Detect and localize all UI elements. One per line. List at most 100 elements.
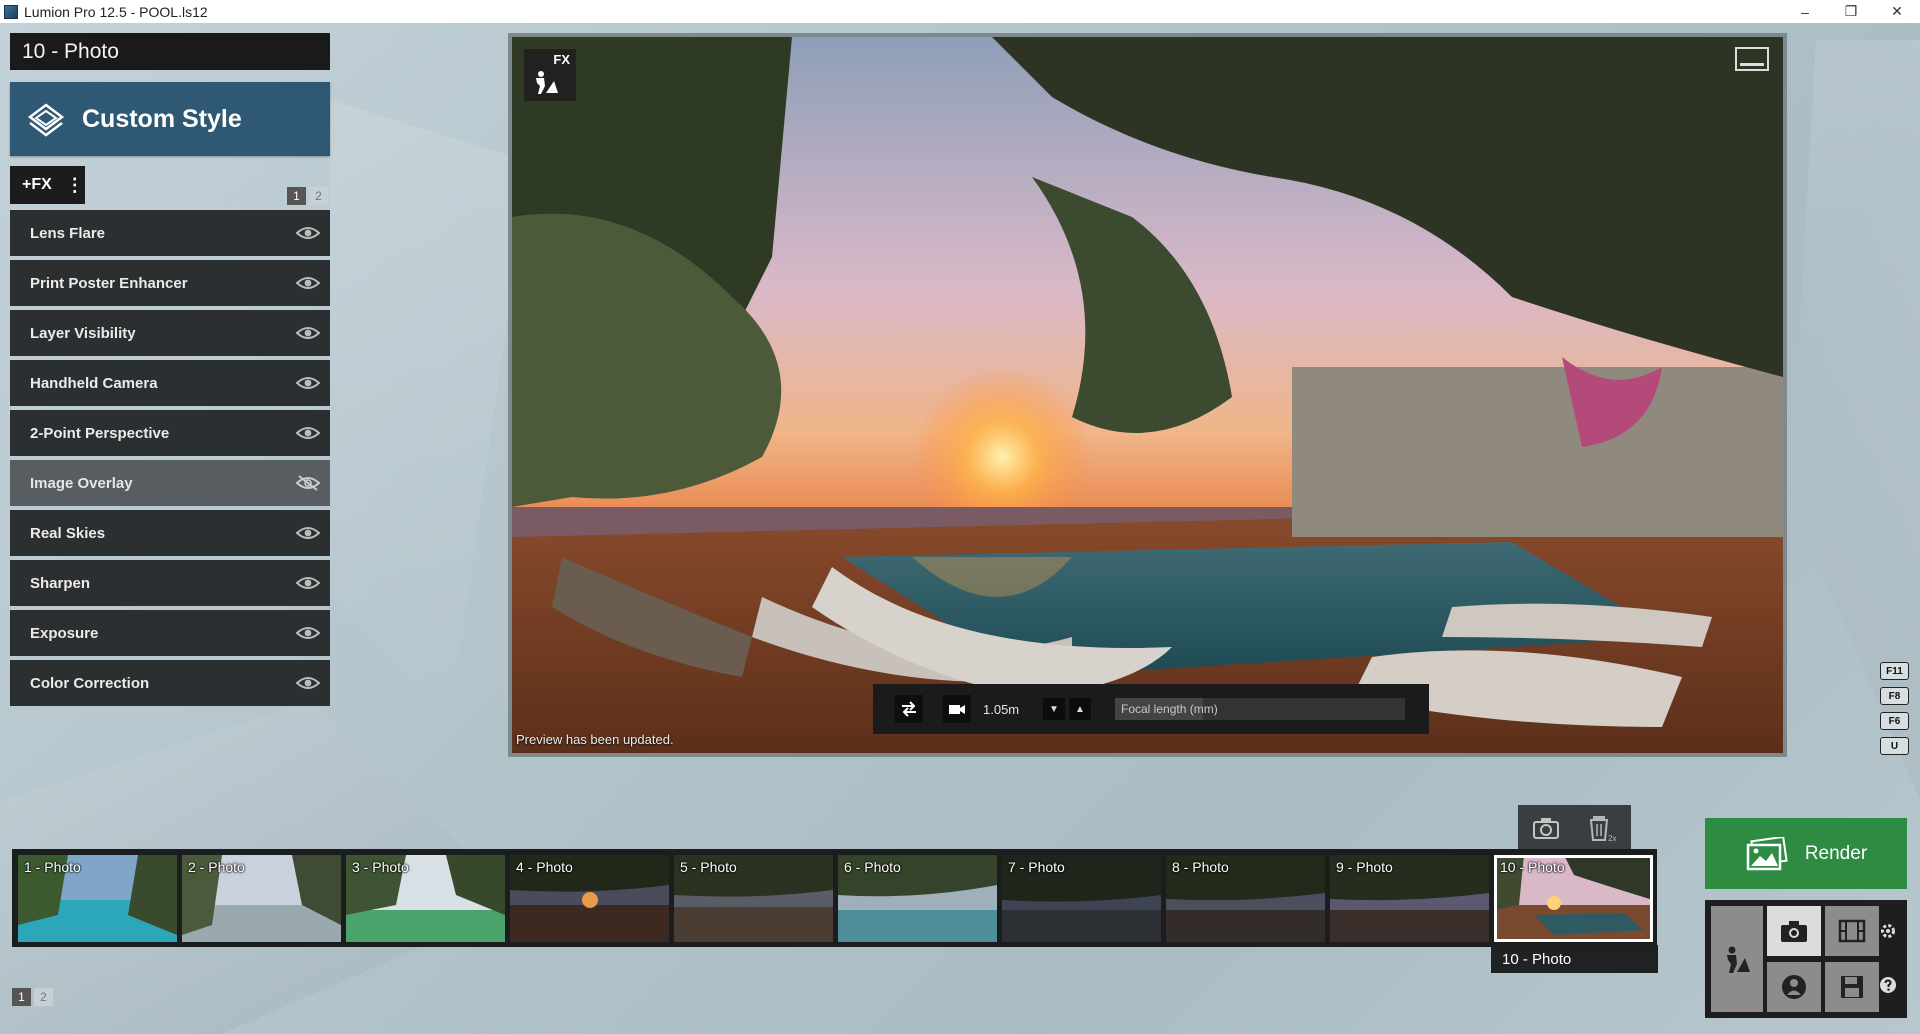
focal-length-label: Focal length (mm) [1121,702,1218,716]
panorama-mode-button[interactable] [1767,962,1821,1012]
minimize-button[interactable]: – [1782,0,1828,23]
swap-camera-button[interactable] [895,695,923,723]
eye-icon[interactable] [296,625,320,641]
thumbnail-label: 2 - Photo [188,859,245,875]
add-fx-label: +FX [22,176,52,193]
effect-exposure[interactable]: Exposure [10,610,330,656]
photo-thumbnail[interactable]: 8 - Photo [1166,855,1325,942]
worker-icon [1727,946,1750,973]
effect-label: Color Correction [30,674,150,692]
layers-style-icon [27,103,65,137]
effect-real-skies[interactable]: Real Skies [10,510,330,556]
render-viewport[interactable]: FX Preview has been updated. 1.05m ▼ ▲ F… [508,33,1787,757]
image-render-icon [1746,836,1788,870]
window-controls: – ❐ ✕ [1782,0,1920,23]
fx-overlay-badge[interactable]: FX [524,49,576,101]
hotkey-u[interactable]: U [1880,737,1909,755]
effect-color-correction[interactable]: Color Correction [10,660,330,706]
photo-thumbnail-selected[interactable]: 10 - Photo [1494,855,1653,942]
camera-height-button[interactable] [943,695,971,723]
effect-image-overlay[interactable]: Image Overlay [10,460,330,506]
gear-icon [1881,924,1895,938]
filmstrip-page-1[interactable]: 1 [12,988,31,1006]
effect-sharpen[interactable]: Sharpen [10,560,330,606]
hotkey-f8[interactable]: F8 [1880,687,1909,705]
effect-2-point-perspective[interactable]: 2-Point Perspective [10,410,330,456]
photo-thumbnail[interactable]: 4 - Photo [510,855,669,942]
worker-fx-icon [536,71,558,94]
scene-title: 10 - Photo [10,33,330,70]
effect-label: Lens Flare [30,224,106,242]
swap-arrows-icon [902,701,916,717]
thumbnail-label: 4 - Photo [516,859,573,875]
effect-label: Real Skies [30,524,106,542]
thumbnail-label: 8 - Photo [1172,859,1229,875]
eye-off-icon[interactable] [296,475,320,491]
thumbnail-label: 10 - Photo [1500,859,1565,875]
camera-icon [1781,921,1807,942]
effects-list: Lens Flare Print Poster Enhancer Layer V… [10,210,330,710]
hotkey-f11[interactable]: F11 [1880,662,1909,680]
eye-icon[interactable] [296,575,320,591]
eye-icon[interactable] [296,225,320,241]
height-down-button[interactable]: ▼ [1043,698,1065,720]
filmstrip-tools: 2x [1518,805,1631,851]
eye-icon[interactable] [296,675,320,691]
effect-lens-flare[interactable]: Lens Flare [10,210,330,256]
trash-icon[interactable]: 2x [1587,814,1617,842]
movie-mode-button[interactable] [1825,906,1879,956]
mode-panel [1705,900,1907,1018]
effect-print-poster-enhancer[interactable]: Print Poster Enhancer [10,260,330,306]
help-button[interactable] [1879,976,1897,994]
photo-thumbnail[interactable]: 6 - Photo [838,855,997,942]
video-camera-icon [949,705,965,714]
fx-page-2[interactable]: 2 [309,187,328,205]
eye-icon[interactable] [296,325,320,341]
effect-label: 2-Point Perspective [30,424,170,442]
photo-thumbnail[interactable]: 7 - Photo [1002,855,1161,942]
close-button[interactable]: ✕ [1874,0,1920,23]
photo-thumbnail[interactable]: 2 - Photo [182,855,341,942]
eye-icon[interactable] [296,425,320,441]
render-label: Render [1804,842,1868,864]
fullscreen-preview-button[interactable] [1735,47,1769,71]
effect-label: Image Overlay [30,474,133,492]
selected-photo-label: 10 - Photo [1491,945,1658,973]
camera-icon[interactable] [1532,816,1560,840]
hotkey-buttons: F11 F8 F6 U [1880,662,1909,755]
settings-button[interactable] [1879,922,1897,940]
restore-button[interactable]: ❐ [1828,0,1874,23]
render-button[interactable]: Render [1705,818,1907,889]
photo-thumbnail[interactable]: 3 - Photo [346,855,505,942]
effect-handheld-camera[interactable]: Handheld Camera [10,360,330,406]
effect-layer-visibility[interactable]: Layer Visibility [10,310,330,356]
photo-thumbnail[interactable]: 1 - Photo [18,855,177,942]
save-button[interactable] [1825,962,1879,1012]
focal-length-slider[interactable]: Focal length (mm) [1115,698,1405,720]
panorama-sphere-icon [1782,975,1806,999]
title-bar: Lumion Pro 12.5 - POOL.ls12 – ❐ ✕ [0,0,1920,23]
fx-badge-label: FX [553,52,570,67]
photo-mode-button[interactable] [1767,906,1821,956]
delete-all-label: 2x [1608,834,1616,842]
filmstrip-page-2[interactable]: 2 [34,988,53,1006]
eye-icon[interactable] [296,375,320,391]
hotkey-f6[interactable]: F6 [1880,712,1909,730]
camera-height-control: 1.05m ▼ ▲ [943,695,1091,723]
preview-status-text: Preview has been updated. [516,732,674,747]
custom-style-button[interactable]: Custom Style [10,82,330,156]
eye-icon[interactable] [296,525,320,541]
camera-height-value[interactable]: 1.05m [977,695,1039,723]
build-mode-button[interactable] [1711,906,1763,1012]
more-options-icon[interactable]: ⋮ [66,176,84,194]
height-up-button[interactable]: ▲ [1069,698,1091,720]
window-title: Lumion Pro 12.5 - POOL.ls12 [24,3,208,20]
photo-thumbnail[interactable]: 5 - Photo [674,855,833,942]
effect-label: Print Poster Enhancer [30,274,188,292]
photo-thumbnail[interactable]: 9 - Photo [1330,855,1489,942]
eye-icon[interactable] [296,275,320,291]
fx-page-1[interactable]: 1 [287,187,306,205]
add-fx-button[interactable]: +FX ⋮ [10,166,85,204]
app-icon [4,4,18,19]
custom-style-label: Custom Style [82,104,242,133]
